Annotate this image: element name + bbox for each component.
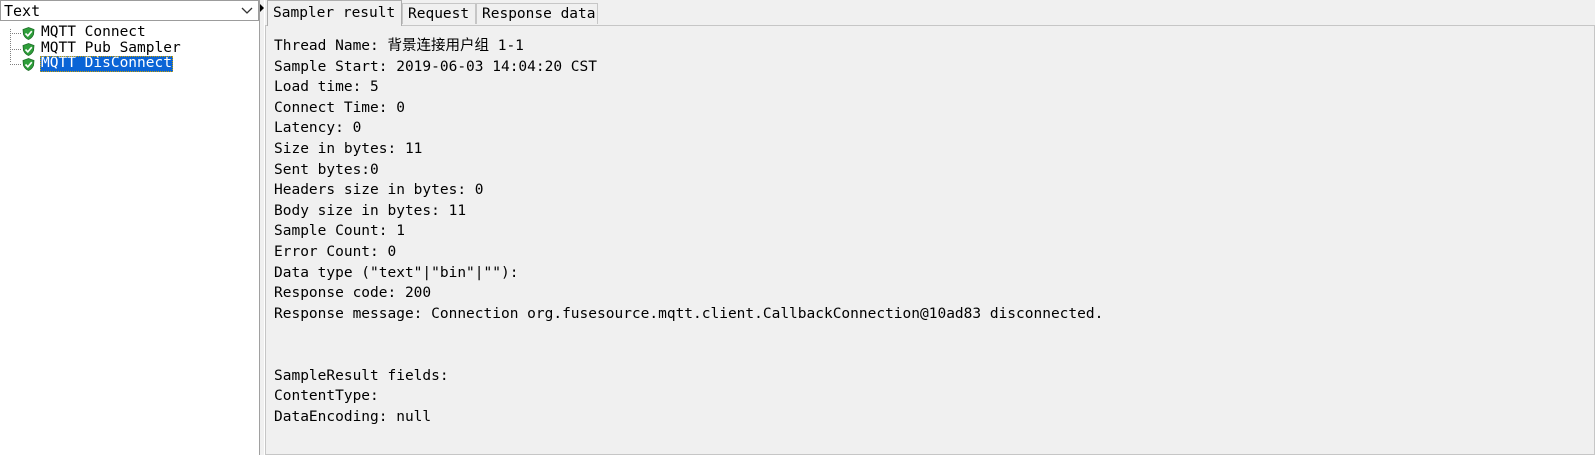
result-line: Latency: 0 (274, 120, 362, 137)
tree-connector (10, 49, 21, 50)
renderer-select-value: Text (4, 2, 41, 20)
result-line: Sent bytes:0 (274, 161, 379, 178)
tree-item-label: MQTT DisConnect (40, 55, 173, 72)
renderer-select[interactable]: Text (0, 0, 259, 21)
result-line: Sample Count: 1 (274, 223, 405, 240)
sampler-result-text[interactable]: Thread Name: 背景连接用户组 1-1 Sample Start: 2… (274, 36, 1103, 427)
tree-connector (10, 64, 21, 65)
result-line: Sample Start: 2019-06-03 14:04:20 CST (274, 58, 598, 75)
result-tabs: Sampler result Request Response data (265, 0, 1595, 26)
tab-request[interactable]: Request (402, 3, 476, 24)
result-line (274, 345, 1103, 366)
result-line: Connect Time: 0 (274, 99, 405, 116)
result-detail-pane: Sampler result Request Response data Thr… (265, 0, 1595, 455)
result-line: Data type ("text"|"bin"|""): (274, 264, 519, 281)
result-line: Headers size in bytes: 0 (274, 182, 484, 199)
result-line: Response code: 200 (274, 285, 432, 302)
result-line: Load time: 5 (274, 79, 379, 96)
tree-item-mqtt-connect[interactable]: MQTT Connect (0, 25, 258, 41)
result-line: Thread Name: 背景连接用户组 1-1 (274, 38, 524, 54)
sampler-result-panel[interactable]: Thread Name: 背景连接用户组 1-1 Sample Start: 2… (265, 26, 1595, 455)
tree-item-mqtt-disconnect[interactable]: MQTT DisConnect (0, 56, 258, 72)
result-line: Response message: Connection org.fusesou… (274, 305, 1104, 322)
success-shield-icon (22, 27, 35, 40)
tab-sampler-result[interactable]: Sampler result (267, 0, 402, 26)
result-line (274, 324, 1103, 345)
result-line: DataEncoding: null (274, 408, 432, 425)
results-tree-pane: Text MQTT Connect MQTT Pub Sampler MQTT … (0, 0, 260, 455)
success-shield-icon (22, 58, 35, 71)
success-shield-icon (22, 43, 35, 56)
collapse-arrow-icon[interactable] (260, 4, 264, 12)
result-line: ContentType: (274, 388, 379, 405)
result-line: Body size in bytes: 11 (274, 202, 467, 219)
result-line: Size in bytes: 11 (274, 140, 423, 157)
chevron-down-icon[interactable] (240, 4, 254, 18)
result-line: SampleResult fields: (274, 367, 449, 384)
tab-response-data[interactable]: Response data (476, 3, 598, 24)
result-line: Error Count: 0 (274, 243, 397, 260)
pane-splitter[interactable] (260, 0, 264, 455)
tree-item-label: MQTT Connect (41, 24, 146, 40)
tree-connector (10, 33, 21, 34)
